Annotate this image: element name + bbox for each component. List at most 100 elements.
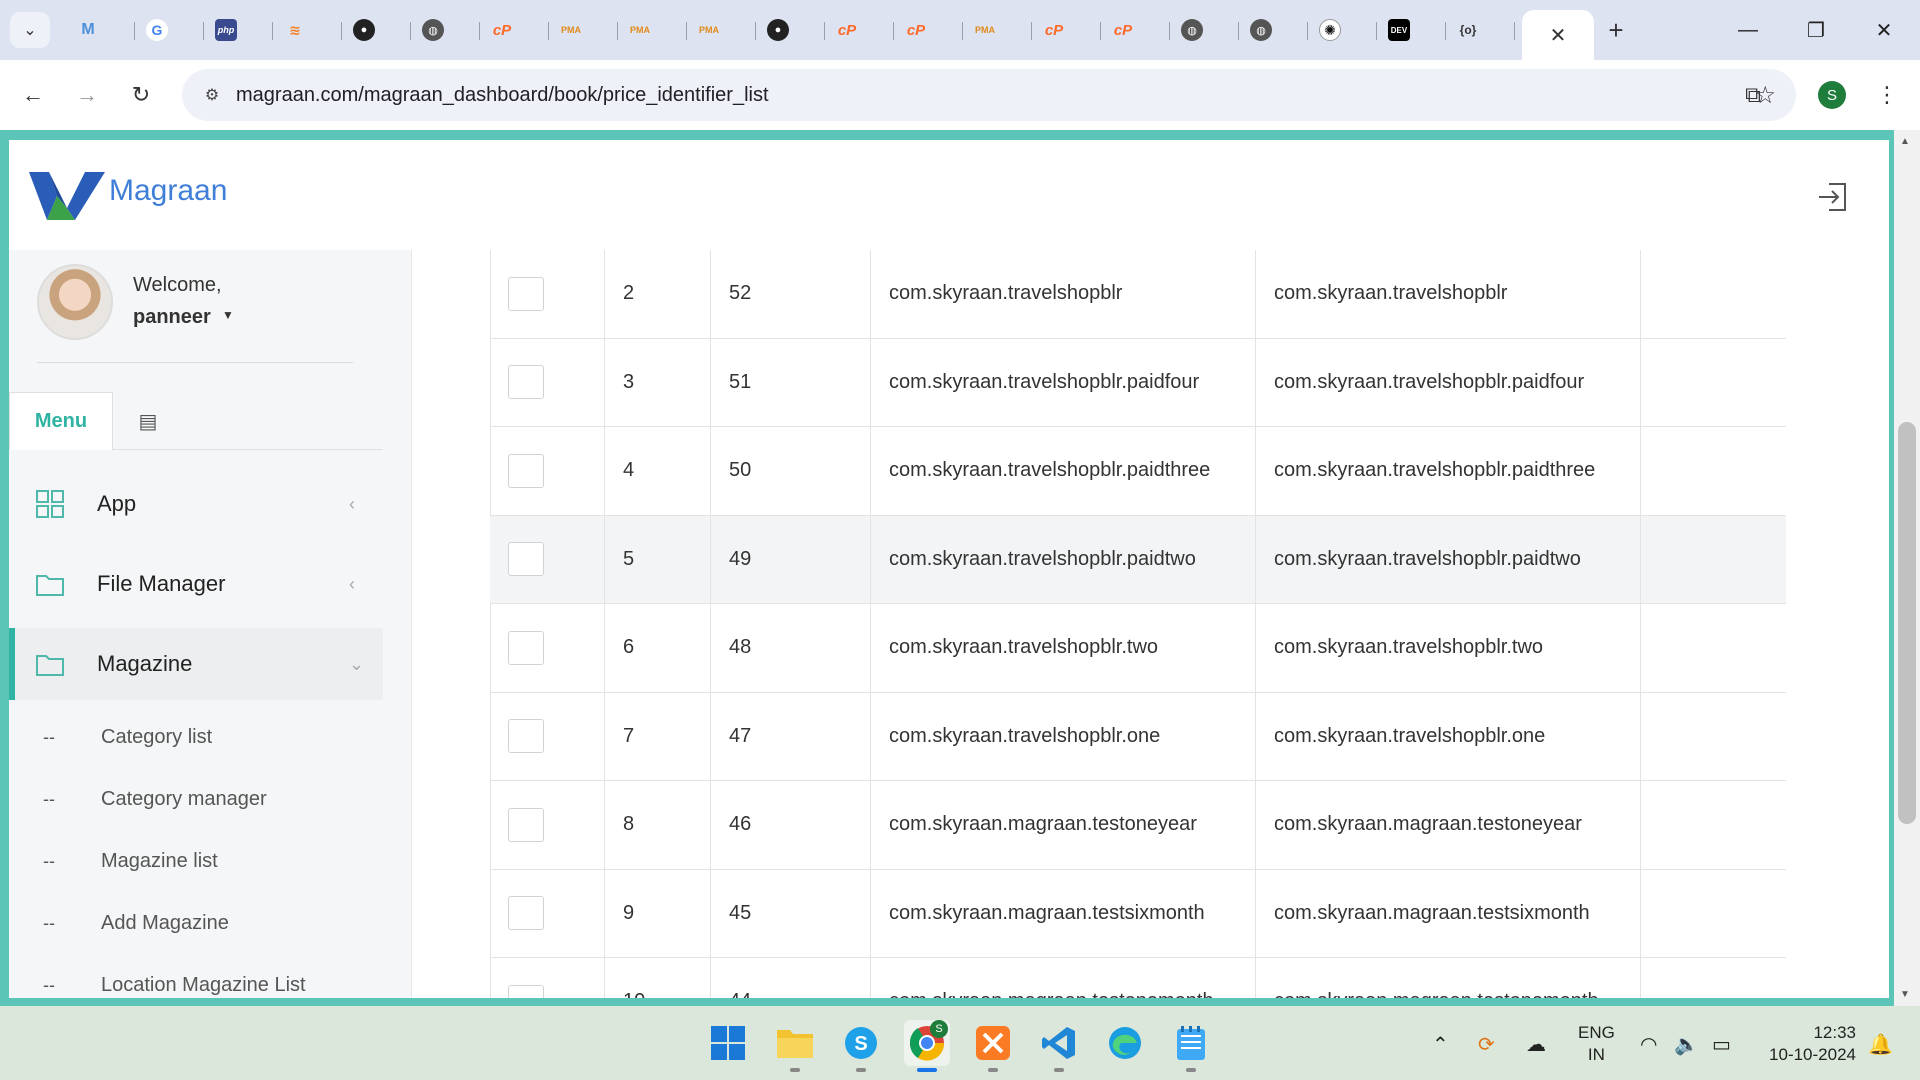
xampp-icon[interactable]: [970, 1020, 1016, 1072]
browser-tab[interactable]: cP: [1032, 10, 1101, 50]
row-checkbox[interactable]: [508, 276, 544, 311]
row-checkbox[interactable]: [508, 453, 544, 488]
scrollbar-thumb[interactable]: [1898, 422, 1916, 824]
select-cell: [490, 338, 605, 426]
name-cell: com.skyraan.magraan.testoneyear: [1256, 781, 1641, 869]
logout-icon[interactable]: [1815, 180, 1849, 214]
browser-tab[interactable]: cP: [825, 10, 894, 50]
table-row[interactable]: 4 50 com.skyraan.travelshopblr.paidthree co…: [490, 427, 1786, 516]
running-indicator: [917, 1068, 937, 1072]
browser-tab[interactable]: DEV: [1377, 10, 1446, 50]
table-row[interactable]: 7 47 com.skyraan.travelshopblr.one com.skyr…: [490, 692, 1786, 781]
extensions-puzzle-icon[interactable]: ⧉: [1736, 78, 1770, 112]
row-checkbox[interactable]: [508, 896, 544, 931]
browser-tab[interactable]: cP: [1101, 10, 1170, 50]
sub-item-magazine-list[interactable]: -- Magazine list: [9, 836, 383, 886]
notification-bell-icon[interactable]: 🔔: [1868, 1032, 1893, 1057]
url-text[interactable]: magraan.com/magraan_dashboard/book/price…: [236, 84, 769, 107]
profile-avatar[interactable]: S: [1818, 81, 1846, 109]
browser-tab[interactable]: ●: [756, 10, 825, 50]
sync-icon[interactable]: ⟳: [1478, 1032, 1495, 1057]
browser-tab[interactable]: ◍: [411, 10, 480, 50]
code-favicon-icon: {o}: [1459, 23, 1477, 37]
forward-arrow-icon[interactable]: →: [68, 76, 106, 114]
sub-item-add-magazine[interactable]: -- Add Magazine: [9, 898, 383, 948]
app-header: Magraan: [9, 140, 1889, 250]
table-row[interactable]: 1044com.skyraan.magraan.testonemonthcom.…: [490, 958, 1786, 998]
new-tab-button[interactable]: +: [1598, 12, 1634, 48]
browser-tab[interactable]: PMA: [549, 10, 618, 50]
browser-tab[interactable]: cP: [480, 10, 549, 50]
browser-menu-icon[interactable]: ⋮: [1872, 78, 1902, 112]
row-checkbox[interactable]: [508, 984, 544, 998]
username-dropdown[interactable]: panneer: [133, 306, 211, 329]
sidebar-item-label: File Manager: [97, 571, 226, 596]
running-indicator: [1186, 1068, 1196, 1072]
battery-icon[interactable]: ▭: [1712, 1032, 1731, 1057]
active-tab[interactable]: ✕: [1522, 10, 1594, 60]
back-arrow-icon[interactable]: ←: [14, 76, 52, 114]
restore-button[interactable]: ❐: [1786, 10, 1846, 50]
browser-tab[interactable]: {o}: [1446, 10, 1515, 50]
clock[interactable]: 12:33 10-10-2024: [1756, 1022, 1856, 1066]
input-language[interactable]: ENG IN: [1578, 1022, 1615, 1066]
sub-item-category-list[interactable]: -- Category list: [9, 712, 383, 762]
notepad-icon[interactable]: [1168, 1020, 1214, 1072]
browser-tab[interactable]: ◍: [1170, 10, 1239, 50]
edge-icon[interactable]: [1102, 1020, 1148, 1066]
table-row[interactable]: 2 52 com.skyraan.travelshopblr com.skyraan.…: [490, 250, 1786, 339]
browser-tab[interactable]: php: [204, 10, 273, 50]
sub-item-label: Category manager: [101, 787, 267, 810]
scroll-down-arrow-icon[interactable]: ▼: [1900, 989, 1910, 1000]
browser-tab[interactable]: PMA: [963, 10, 1032, 50]
minimize-button[interactable]: —: [1718, 10, 1778, 50]
browser-tab[interactable]: PMA: [687, 10, 756, 50]
browser-tab[interactable]: G: [135, 10, 204, 50]
chevron-down-icon: ⌄: [349, 653, 365, 674]
skype-icon[interactable]: S: [838, 1020, 884, 1072]
sidebar-item-file-manager[interactable]: File Manager ‹: [9, 548, 383, 620]
browser-tab[interactable]: cP: [894, 10, 963, 50]
sub-item-category-manager[interactable]: -- Category manager: [9, 774, 383, 824]
caret-down-icon[interactable]: ▼: [222, 308, 234, 322]
row-checkbox[interactable]: [508, 542, 544, 577]
tray-chevron-up-icon[interactable]: ⌃: [1432, 1032, 1449, 1057]
start-windows-icon[interactable]: [705, 1020, 751, 1066]
page-scrollbar[interactable]: ▲ ▼: [1894, 130, 1920, 1006]
brand-name[interactable]: Magraan: [109, 174, 227, 208]
volume-icon[interactable]: 🔈: [1674, 1032, 1699, 1057]
browser-tab[interactable]: PMA: [618, 10, 687, 50]
book-icon[interactable]: ▤: [135, 408, 161, 434]
row-checkbox[interactable]: [508, 807, 544, 842]
site-settings-icon[interactable]: ⚙: [200, 83, 224, 107]
table-row[interactable]: 8 46 com.skyraan.magraan.testoneyear com.sk…: [490, 781, 1786, 870]
onedrive-cloud-icon[interactable]: ☁: [1526, 1032, 1546, 1057]
browser-tab[interactable]: M: [66, 10, 135, 50]
close-window-button[interactable]: ✕: [1854, 10, 1914, 50]
browser-tab[interactable]: ✺: [1308, 10, 1377, 50]
table-row[interactable]: 6 48 com.skyraan.travelshopblr.two com.skyr…: [490, 604, 1786, 693]
browser-tab[interactable]: ≋: [273, 10, 342, 50]
file-explorer-icon[interactable]: [772, 1020, 818, 1072]
tab-menu[interactable]: Menu: [9, 392, 113, 450]
row-checkbox[interactable]: [508, 630, 544, 665]
language-code: ENG: [1578, 1023, 1615, 1042]
close-tab-icon[interactable]: ✕: [1550, 23, 1567, 48]
wifi-icon[interactable]: ◠: [1640, 1032, 1657, 1057]
table-row[interactable]: 5 49 com.skyraan.travelshopblr.paidtwo com.…: [490, 515, 1786, 604]
row-checkbox[interactable]: [508, 719, 544, 754]
table-row[interactable]: 3 51 com.skyraan.travelshopblr.paidfour com…: [490, 338, 1786, 427]
row-checkbox[interactable]: [508, 365, 544, 400]
scroll-up-arrow-icon[interactable]: ▲: [1900, 136, 1910, 147]
sidebar-item-magazine[interactable]: Magazine ⌄: [9, 628, 383, 700]
sidebar-item-app[interactable]: App ‹: [9, 468, 383, 540]
reload-icon[interactable]: ↻: [122, 76, 160, 114]
table-row[interactable]: 9 45 com.skyraan.magraan.testsixmonth com.s…: [490, 869, 1786, 958]
sub-item-location-magazine-list[interactable]: -- Location Magazine List: [9, 960, 383, 998]
tab-search-chevron-icon[interactable]: ⌄: [10, 12, 50, 48]
address-bar[interactable]: ⚙ magraan.com/magraan_dashboard/book/pri…: [182, 69, 1796, 121]
vscode-icon[interactable]: [1036, 1020, 1082, 1072]
browser-tab[interactable]: ●: [342, 10, 411, 50]
chrome-icon[interactable]: S: [904, 1020, 950, 1072]
browser-tab[interactable]: ◍: [1239, 10, 1308, 50]
